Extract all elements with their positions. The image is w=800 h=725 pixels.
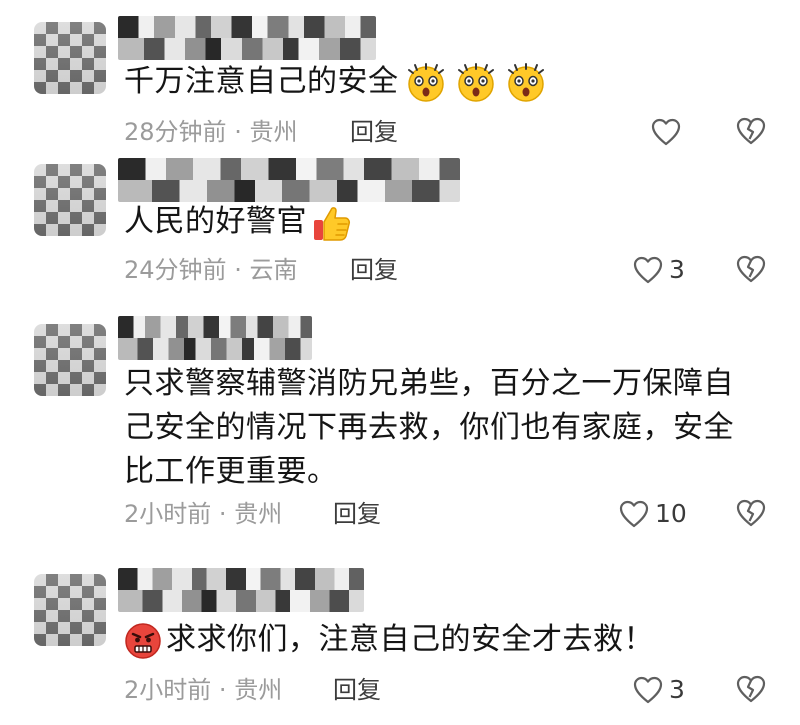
comment-meta: 28分钟前 · 贵州 — [124, 116, 297, 148]
shocked-emoji — [453, 62, 499, 104]
reply-button[interactable]: 回复 — [350, 254, 398, 286]
username-redacted[interactable] — [118, 16, 376, 60]
comment-meta: 2小时前 · 贵州 — [124, 674, 282, 706]
comment-text: 人民的好警官 — [124, 200, 760, 244]
username-redacted[interactable] — [118, 158, 460, 202]
comment-text-line: 己安全的情况下再去救，你们也有家庭，安全 — [124, 410, 734, 445]
dislike-button[interactable] — [735, 254, 767, 286]
comment-text-content: 千万注意自己的安全 — [124, 64, 399, 99]
comment-time: 24分钟前 — [124, 256, 227, 284]
comment-text: 只求警察辅警消防兄弟些，百分之一万保障自 己安全的情况下再去救，你们也有家庭，安… — [124, 362, 760, 494]
heart-outline-icon — [651, 118, 681, 146]
dislike-button[interactable] — [735, 674, 767, 706]
meta-separator: · — [218, 676, 227, 704]
like-count: 3 — [669, 675, 685, 704]
heart-outline-icon — [619, 500, 649, 528]
like-count: 3 — [669, 255, 685, 284]
avatar[interactable] — [34, 574, 106, 646]
avatar[interactable] — [34, 164, 106, 236]
heart-outline-icon — [633, 256, 663, 284]
like-button[interactable]: 3 — [633, 672, 685, 708]
meta-separator: · — [218, 500, 227, 528]
comment-text-content: 求求你们，注意自己的安全才去救！ — [166, 622, 654, 657]
comment-location: 贵州 — [249, 118, 298, 146]
like-button[interactable]: 10 — [619, 496, 687, 532]
comment-text: 求求你们，注意自己的安全才去救！ — [124, 618, 760, 662]
shocked-emoji — [403, 62, 449, 104]
comment-meta: 24分钟前 · 云南 — [124, 254, 297, 286]
like-button[interactable] — [651, 114, 687, 150]
reply-button[interactable]: 回复 — [333, 498, 381, 530]
comment-item: 人民的好警官 24分钟前 · 云南 回复 3 — [0, 150, 800, 300]
comment-text-line: 比工作更重要。 — [124, 454, 338, 489]
comment-location: 贵州 — [234, 500, 283, 528]
username-redacted[interactable] — [118, 568, 364, 612]
shocked-emoji — [503, 62, 549, 104]
comment-item: 千万注意自己的安全 28分钟前 · 贵州 回复 — [0, 0, 800, 165]
heart-outline-icon — [633, 676, 663, 704]
meta-separator: · — [234, 256, 242, 284]
comment-meta: 2小时前 · 贵州 — [124, 498, 282, 530]
thumbs-up-emoji — [311, 202, 353, 244]
comment-text: 千万注意自己的安全 — [124, 60, 760, 104]
avatar[interactable] — [34, 22, 106, 94]
dislike-button[interactable] — [735, 498, 767, 530]
comment-item: 求求你们，注意自己的安全才去救！ 2小时前 · 贵州 回复 3 — [0, 560, 800, 725]
reply-button[interactable]: 回复 — [333, 674, 381, 706]
broken-heart-icon — [736, 675, 766, 703]
dislike-button[interactable] — [735, 116, 767, 148]
comment-item: 只求警察辅警消防兄弟些，百分之一万保障自 己安全的情况下再去救，你们也有家庭，安… — [0, 310, 800, 550]
username-redacted[interactable] — [118, 316, 312, 360]
comment-text-content: 人民的好警官 — [124, 204, 307, 239]
comment-location: 云南 — [249, 256, 298, 284]
reply-button[interactable]: 回复 — [350, 116, 398, 148]
like-button[interactable]: 3 — [633, 252, 685, 288]
comment-text-line: 只求警察辅警消防兄弟些，百分之一万保障自 — [124, 366, 734, 401]
avatar[interactable] — [34, 324, 106, 396]
like-count: 10 — [655, 499, 687, 528]
broken-heart-icon — [736, 255, 766, 283]
comment-location: 贵州 — [234, 676, 283, 704]
angry-face-emoji — [124, 622, 162, 660]
comment-time: 28分钟前 — [124, 118, 227, 146]
meta-separator: · — [234, 118, 242, 146]
broken-heart-icon — [736, 117, 766, 145]
comment-time: 2小时前 — [124, 500, 212, 528]
comment-time: 2小时前 — [124, 676, 212, 704]
broken-heart-icon — [736, 499, 766, 527]
